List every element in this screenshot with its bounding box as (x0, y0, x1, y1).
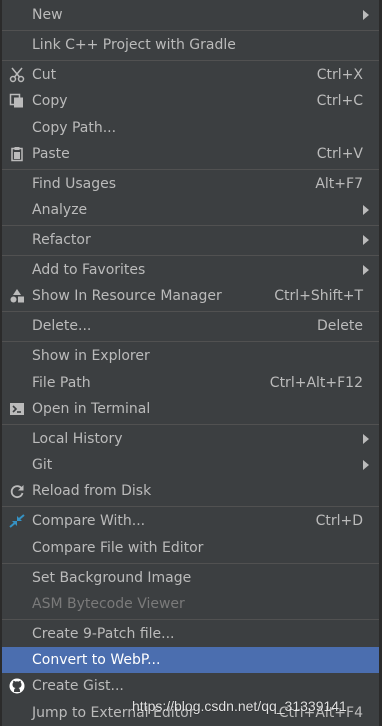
shortcut-label: Ctrl+X (316, 67, 363, 83)
shortcut-label: Ctrl+Shift+T (274, 288, 363, 304)
separator (2, 30, 379, 31)
reload-icon (7, 481, 27, 501)
shortcut-label: Delete (317, 318, 363, 334)
menu-item-label: Delete... (32, 318, 92, 334)
menu-item-label: Link C++ Project with Gradle (32, 37, 236, 53)
separator (2, 169, 379, 170)
shortcut-label: Ctrl+D (315, 513, 363, 529)
menu-item-label: Compare With... (32, 513, 146, 529)
menu-item-label: Find Usages (32, 176, 117, 192)
menu-item-create-9-patch[interactable]: Create 9-Patch file... (2, 621, 379, 647)
scissors-icon (7, 65, 27, 85)
menu-item-file-path[interactable]: File Path Ctrl+Alt+F12 (2, 370, 379, 396)
menu-item-add-to-favorites[interactable]: Add to Favorites (2, 257, 379, 283)
menu-item-show-in-explorer[interactable]: Show in Explorer (2, 343, 379, 369)
menu-item-create-gist[interactable]: Create Gist... (2, 673, 379, 699)
menu-item-label: Add to Favorites (32, 262, 146, 278)
menu-item-paste[interactable]: Paste Ctrl+V (2, 141, 379, 167)
menu-item-link-cpp-project[interactable]: Link C++ Project with Gradle (2, 32, 379, 58)
menu-item-label: Cut (32, 67, 57, 83)
shortcut-label: Ctrl+Alt+F12 (269, 375, 363, 391)
compare-arrows-icon (7, 511, 27, 531)
menu-item-label: Set Background Image (32, 570, 192, 586)
shortcut-label: Alt+F7 (315, 176, 363, 192)
submenu-arrow-icon (363, 434, 369, 444)
separator (2, 255, 379, 256)
menu-item-copy-path[interactable]: Copy Path... (2, 115, 379, 141)
menu-item-label: File Path (32, 375, 91, 391)
menu-item-asm-bytecode-viewer: ASM Bytecode Viewer (2, 591, 379, 617)
resource-manager-icon (7, 286, 27, 306)
separator (2, 424, 379, 425)
menu-item-local-history[interactable]: Local History (2, 426, 379, 452)
menu-item-label: Convert to WebP... (32, 652, 161, 668)
menu-item-label: Show in Explorer (32, 348, 150, 364)
watermark-text: https://blog.csdn.net/qq_31339141 (132, 698, 347, 714)
menu-item-new[interactable]: New (2, 2, 379, 28)
copy-icon (7, 91, 27, 111)
context-menu: New Link C++ Project with Gradle Cut Ctr… (2, 0, 380, 726)
shortcut-label: Ctrl+C (316, 93, 363, 109)
menu-item-label: Compare File with Editor (32, 540, 204, 556)
menu-item-label: Create Gist... (32, 678, 124, 694)
submenu-arrow-icon (363, 205, 369, 215)
separator (2, 619, 379, 620)
menu-item-find-usages[interactable]: Find Usages Alt+F7 (2, 171, 379, 197)
separator (2, 341, 379, 342)
clipboard-icon (7, 144, 27, 164)
menu-item-label: Analyze (32, 202, 88, 218)
menu-item-label: Git (32, 457, 53, 473)
menu-item-label: Copy (32, 93, 68, 109)
menu-item-label: Local History (32, 431, 123, 447)
separator (2, 506, 379, 507)
menu-item-copy[interactable]: Copy Ctrl+C (2, 88, 379, 114)
menu-item-delete[interactable]: Delete... Delete (2, 313, 379, 339)
menu-item-label: ASM Bytecode Viewer (32, 596, 185, 612)
menu-item-analyze[interactable]: Analyze (2, 197, 379, 223)
menu-item-label: Reload from Disk (32, 483, 152, 499)
menu-item-label: Open in Terminal (32, 401, 151, 417)
submenu-arrow-icon (363, 460, 369, 470)
separator (2, 225, 379, 226)
menu-item-compare-file-with-editor[interactable]: Compare File with Editor (2, 535, 379, 561)
menu-item-label: Create 9-Patch file... (32, 626, 175, 642)
shortcut-label: Ctrl+V (316, 146, 363, 162)
menu-item-compare-with[interactable]: Compare With... Ctrl+D (2, 508, 379, 534)
menu-item-show-in-resource-manager[interactable]: Show In Resource Manager Ctrl+Shift+T (2, 283, 379, 309)
menu-item-label: Copy Path... (32, 120, 117, 136)
menu-item-cut[interactable]: Cut Ctrl+X (2, 62, 379, 88)
menu-item-git[interactable]: Git (2, 452, 379, 478)
menu-item-convert-to-webp[interactable]: Convert to WebP... (2, 647, 379, 673)
github-icon (7, 676, 27, 696)
separator (2, 60, 379, 61)
menu-item-label: New (32, 7, 63, 23)
submenu-arrow-icon (363, 265, 369, 275)
menu-item-label: Paste (32, 146, 70, 162)
menu-item-open-in-terminal[interactable]: Open in Terminal (2, 396, 379, 422)
separator (2, 563, 379, 564)
terminal-icon (7, 399, 27, 419)
menu-item-set-background-image[interactable]: Set Background Image (2, 565, 379, 591)
separator (2, 311, 379, 312)
menu-item-reload-from-disk[interactable]: Reload from Disk (2, 478, 379, 504)
submenu-arrow-icon (363, 235, 369, 245)
menu-item-refactor[interactable]: Refactor (2, 227, 379, 253)
submenu-arrow-icon (363, 10, 369, 20)
menu-item-label: Show In Resource Manager (32, 288, 222, 304)
menu-item-label: Refactor (32, 232, 91, 248)
